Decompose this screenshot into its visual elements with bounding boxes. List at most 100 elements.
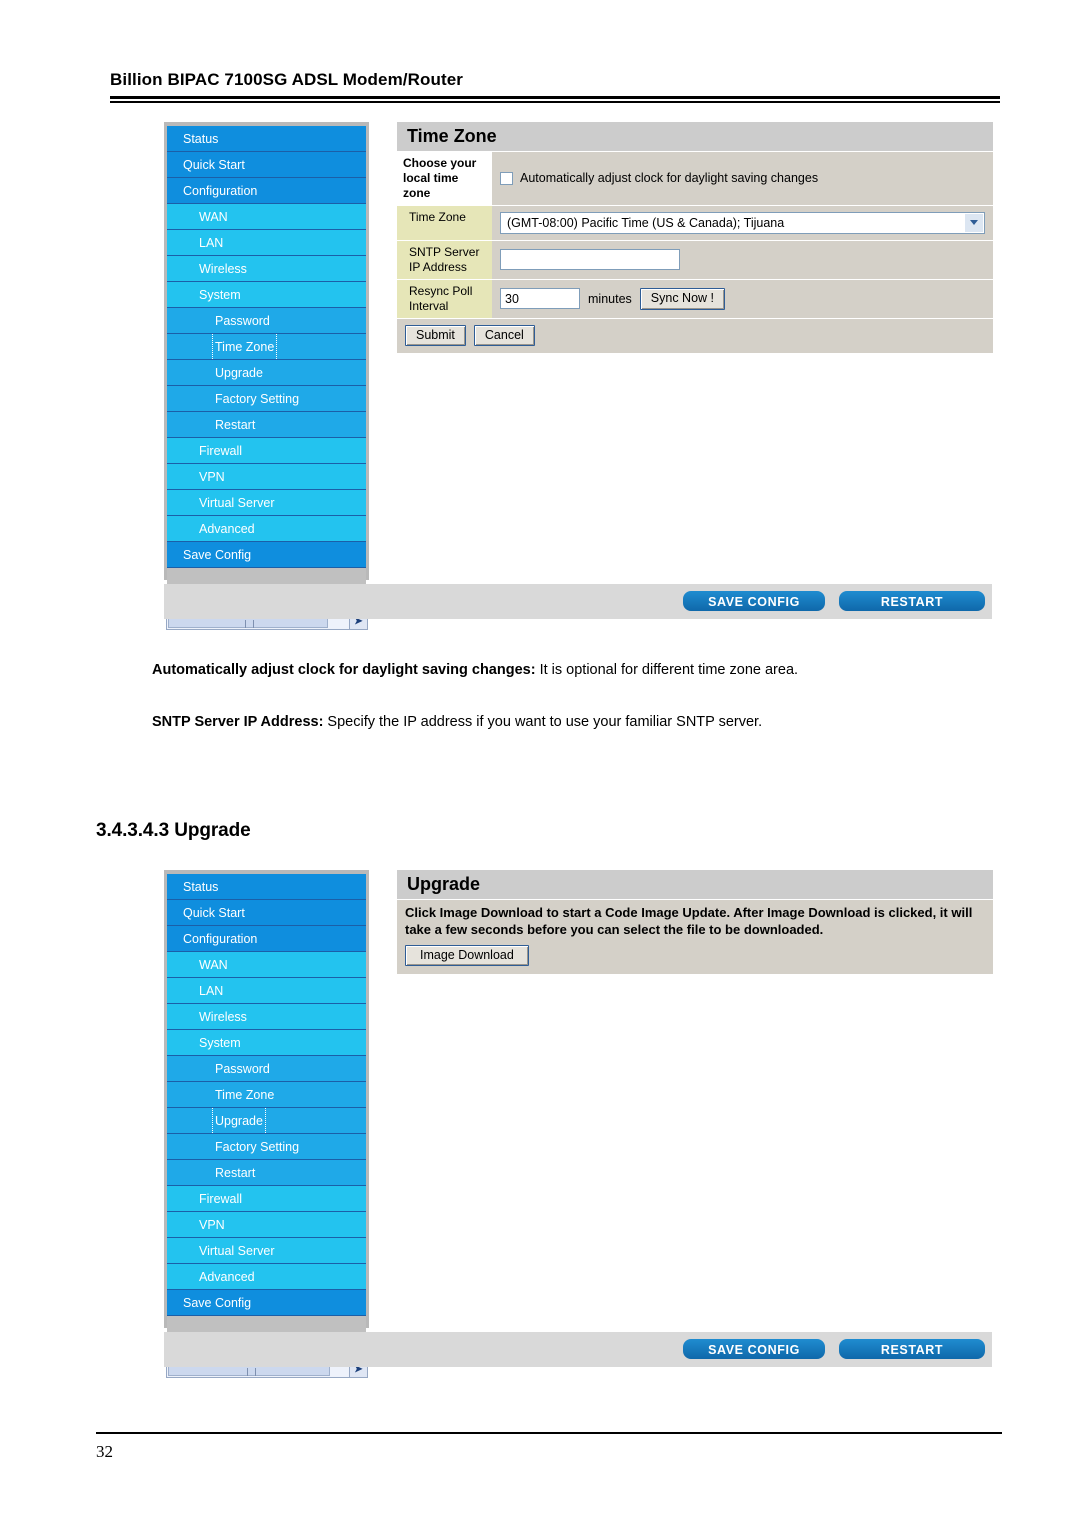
resync-interval-input[interactable]: [500, 288, 580, 310]
row-timezone-select: Time Zone (GMT-08:00) Pacific Time (US &…: [397, 205, 993, 241]
nav-item-label: WAN: [199, 958, 228, 972]
nav-item-label: Factory Setting: [215, 392, 300, 406]
nav-item-label: Restart: [215, 418, 256, 432]
nav-item-status[interactable]: Status: [167, 126, 366, 152]
sync-now-button[interactable]: Sync Now !: [639, 287, 725, 310]
resync-interval-cell: minutes Sync Now !: [492, 279, 993, 318]
nav-item-vpn[interactable]: VPN: [167, 464, 366, 490]
nav-item-label: VPN: [199, 470, 225, 484]
row-sntp-server: SNTP Server IP Address: [397, 240, 993, 280]
nav-item-label: Factory Setting: [215, 1140, 300, 1154]
nav-item-label: Wireless: [199, 262, 247, 276]
daylight-saving-label: Automatically adjust clock for daylight …: [520, 171, 819, 186]
document-header-title: Billion BIPAC 7100SG ADSL Modem/Router: [110, 70, 463, 89]
daylight-saving-cell: Automatically adjust clock for daylight …: [492, 151, 993, 205]
nav-item-quick-start[interactable]: Quick Start: [167, 152, 366, 178]
nav-item-factory-setting[interactable]: Factory Setting: [167, 1134, 366, 1160]
nav-item-configuration[interactable]: Configuration: [167, 178, 366, 204]
sntp-server-label: SNTP Server IP Address: [397, 240, 492, 279]
nav-item-system[interactable]: System: [167, 282, 366, 308]
scrollbar-grip-icon: [245, 620, 254, 628]
nav-item-label: Time Zone: [211, 334, 278, 359]
nav-item-advanced[interactable]: Advanced: [167, 516, 366, 542]
nav-item-advanced[interactable]: Advanced: [167, 1264, 366, 1290]
nav-item-label: System: [199, 288, 241, 302]
nav-item-save-config[interactable]: Save Config: [167, 542, 366, 568]
paragraph-daylight-saving-term: Automatically adjust clock for daylight …: [152, 662, 536, 678]
timezone-action-bar: SAVE CONFIG RESTART: [682, 590, 986, 612]
timezone-select-cell: (GMT-08:00) Pacific Time (US & Canada); …: [492, 205, 993, 240]
nav-item-lan[interactable]: LAN: [167, 230, 366, 256]
nav-item-wireless[interactable]: Wireless: [167, 1004, 366, 1030]
nav-item-status[interactable]: Status: [167, 874, 366, 900]
sntp-server-ip-input[interactable]: [500, 249, 680, 271]
resync-interval-unit: minutes: [588, 291, 632, 306]
nav-item-password[interactable]: Password: [167, 1056, 366, 1082]
nav-item-label: Firewall: [199, 1192, 243, 1206]
nav-item-label: Advanced: [199, 1270, 255, 1284]
upgrade-panel-title: Upgrade: [397, 870, 993, 900]
footer-divider: [96, 1432, 1002, 1434]
nav-item-wan[interactable]: WAN: [167, 952, 366, 978]
paragraph-sntp-server-text: Specify the IP address if you want to us…: [323, 714, 763, 730]
upgrade-action-bar: SAVE CONFIG RESTART: [682, 1338, 986, 1360]
nav-item-time-zone[interactable]: Time Zone: [167, 1082, 366, 1108]
nav-item-label: LAN: [199, 236, 224, 250]
nav-item-label: Configuration: [183, 932, 258, 946]
nav-item-system[interactable]: System: [167, 1030, 366, 1056]
nav-item-upgrade[interactable]: Upgrade: [167, 360, 366, 386]
choose-timezone-label: Choose your local time zone: [397, 151, 492, 205]
chevron-down-icon[interactable]: [965, 213, 983, 232]
nav-item-list: Status Quick Start Configuration WAN LAN Wire…: [167, 874, 366, 1316]
nav-item-configuration[interactable]: Configuration: [167, 926, 366, 952]
nav-item-label: Quick Start: [183, 906, 245, 920]
nav-item-restart[interactable]: Restart: [167, 412, 366, 438]
nav-item-password[interactable]: Password: [167, 308, 366, 334]
submit-button[interactable]: Submit: [405, 324, 466, 347]
nav-item-vpn[interactable]: VPN: [167, 1212, 366, 1238]
paragraph-sntp-server: SNTP Server IP Address: Specify the IP a…: [152, 712, 1002, 733]
nav-item-label: Status: [183, 880, 219, 894]
nav-item-wireless[interactable]: Wireless: [167, 256, 366, 282]
daylight-saving-checkbox[interactable]: [500, 171, 513, 185]
nav-item-time-zone[interactable]: Time Zone: [167, 334, 366, 360]
timezone-form-actions: Submit Cancel: [397, 318, 993, 354]
nav-item-factory-setting[interactable]: Factory Setting: [167, 386, 366, 412]
nav-item-label: Firewall: [199, 444, 243, 458]
timezone-select[interactable]: (GMT-08:00) Pacific Time (US & Canada); …: [500, 211, 985, 234]
nav-item-label: Virtual Server: [199, 496, 275, 510]
nav-item-label: Upgrade: [215, 366, 263, 380]
nav-item-virtual-server[interactable]: Virtual Server: [167, 1238, 366, 1264]
paragraph-daylight-saving-text: It is optional for different time zone a…: [535, 662, 799, 678]
document-header: Billion BIPAC 7100SG ADSL Modem/Router: [110, 70, 1000, 103]
nav-item-firewall[interactable]: Firewall: [167, 1186, 366, 1212]
resync-interval-label: Resync Poll Interval: [397, 279, 492, 318]
save-config-button-timezone[interactable]: SAVE CONFIG: [682, 590, 826, 612]
nav-item-quick-start[interactable]: Quick Start: [167, 900, 366, 926]
nav-item-wan[interactable]: WAN: [167, 204, 366, 230]
restart-button-upgrade[interactable]: RESTART: [838, 1338, 986, 1360]
nav-item-firewall[interactable]: Firewall: [167, 438, 366, 464]
restart-button-timezone[interactable]: RESTART: [838, 590, 986, 612]
image-download-button[interactable]: Image Download: [405, 944, 529, 967]
nav-item-upgrade[interactable]: Upgrade: [167, 1108, 366, 1134]
upgrade-panel: Upgrade Click Image Download to start a …: [396, 870, 993, 975]
section-heading-upgrade: 3.4.3.4.3 Upgrade: [96, 820, 251, 841]
timezone-screenshot: Status Quick Start Configuration WAN LAN Wire…: [164, 122, 993, 634]
nav-item-label: Save Config: [183, 548, 252, 562]
save-config-button-upgrade[interactable]: SAVE CONFIG: [682, 1338, 826, 1360]
nav-item-label: Wireless: [199, 1010, 247, 1024]
nav-item-label: LAN: [199, 984, 224, 998]
timezone-panel: Time Zone Choose your local time zone Au…: [396, 122, 993, 354]
nav-item-lan[interactable]: LAN: [167, 978, 366, 1004]
nav-item-restart[interactable]: Restart: [167, 1160, 366, 1186]
cancel-button[interactable]: Cancel: [473, 324, 535, 347]
nav-item-virtual-server[interactable]: Virtual Server: [167, 490, 366, 516]
nav-item-save-config[interactable]: Save Config: [167, 1290, 366, 1316]
router-navigation-menu-upgrade: Status Quick Start Configuration WAN LAN Wire…: [164, 870, 369, 1356]
sntp-server-cell: [492, 240, 993, 279]
timezone-select-value: (GMT-08:00) Pacific Time (US & Canada); …: [507, 215, 785, 230]
nav-item-list: Status Quick Start Configuration WAN LAN Wire…: [167, 126, 366, 568]
nav-item-label: Advanced: [199, 522, 255, 536]
nav-item-label: VPN: [199, 1218, 225, 1232]
